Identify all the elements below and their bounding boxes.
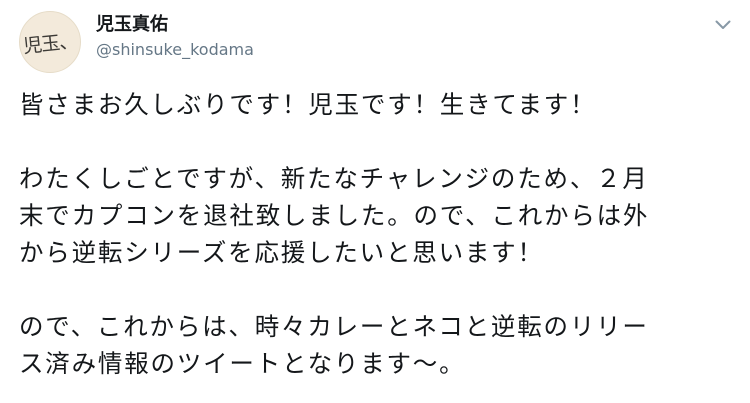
chevron-down-icon[interactable] (712, 14, 734, 36)
tweet-text: 皆さまお久しぶりです！児玉です！生きてます！ わたくしごとですが、新たなチャレン… (19, 86, 739, 382)
avatar-text: 児玉、 (22, 29, 79, 58)
tweet-line: ス済み情報のツイートとなります〜。 (19, 349, 466, 378)
avatar[interactable]: 児玉、 (19, 11, 81, 73)
tweet-line: わたくしごとですが、新たなチャレンジのため、２月 (19, 164, 649, 193)
tweet-line: 皆さまお久しぶりです！児玉です！生きてます！ (19, 90, 597, 119)
user-handle[interactable]: @shinsuke_kodama (96, 40, 254, 60)
tweet-line: から逆転シリーズを応援したいと思います！ (19, 238, 544, 267)
tweet-line: 末でカプコンを退社致しました。ので、これからは外 (19, 201, 650, 230)
tweet-card: 児玉、 児玉真佑 @shinsuke_kodama 皆さまお久しぶりです！児玉で… (0, 0, 750, 403)
tweet-line: ので、これからは、時々カレーとネコと逆転のリリー (19, 312, 649, 341)
display-name[interactable]: 児玉真佑 (96, 14, 168, 36)
